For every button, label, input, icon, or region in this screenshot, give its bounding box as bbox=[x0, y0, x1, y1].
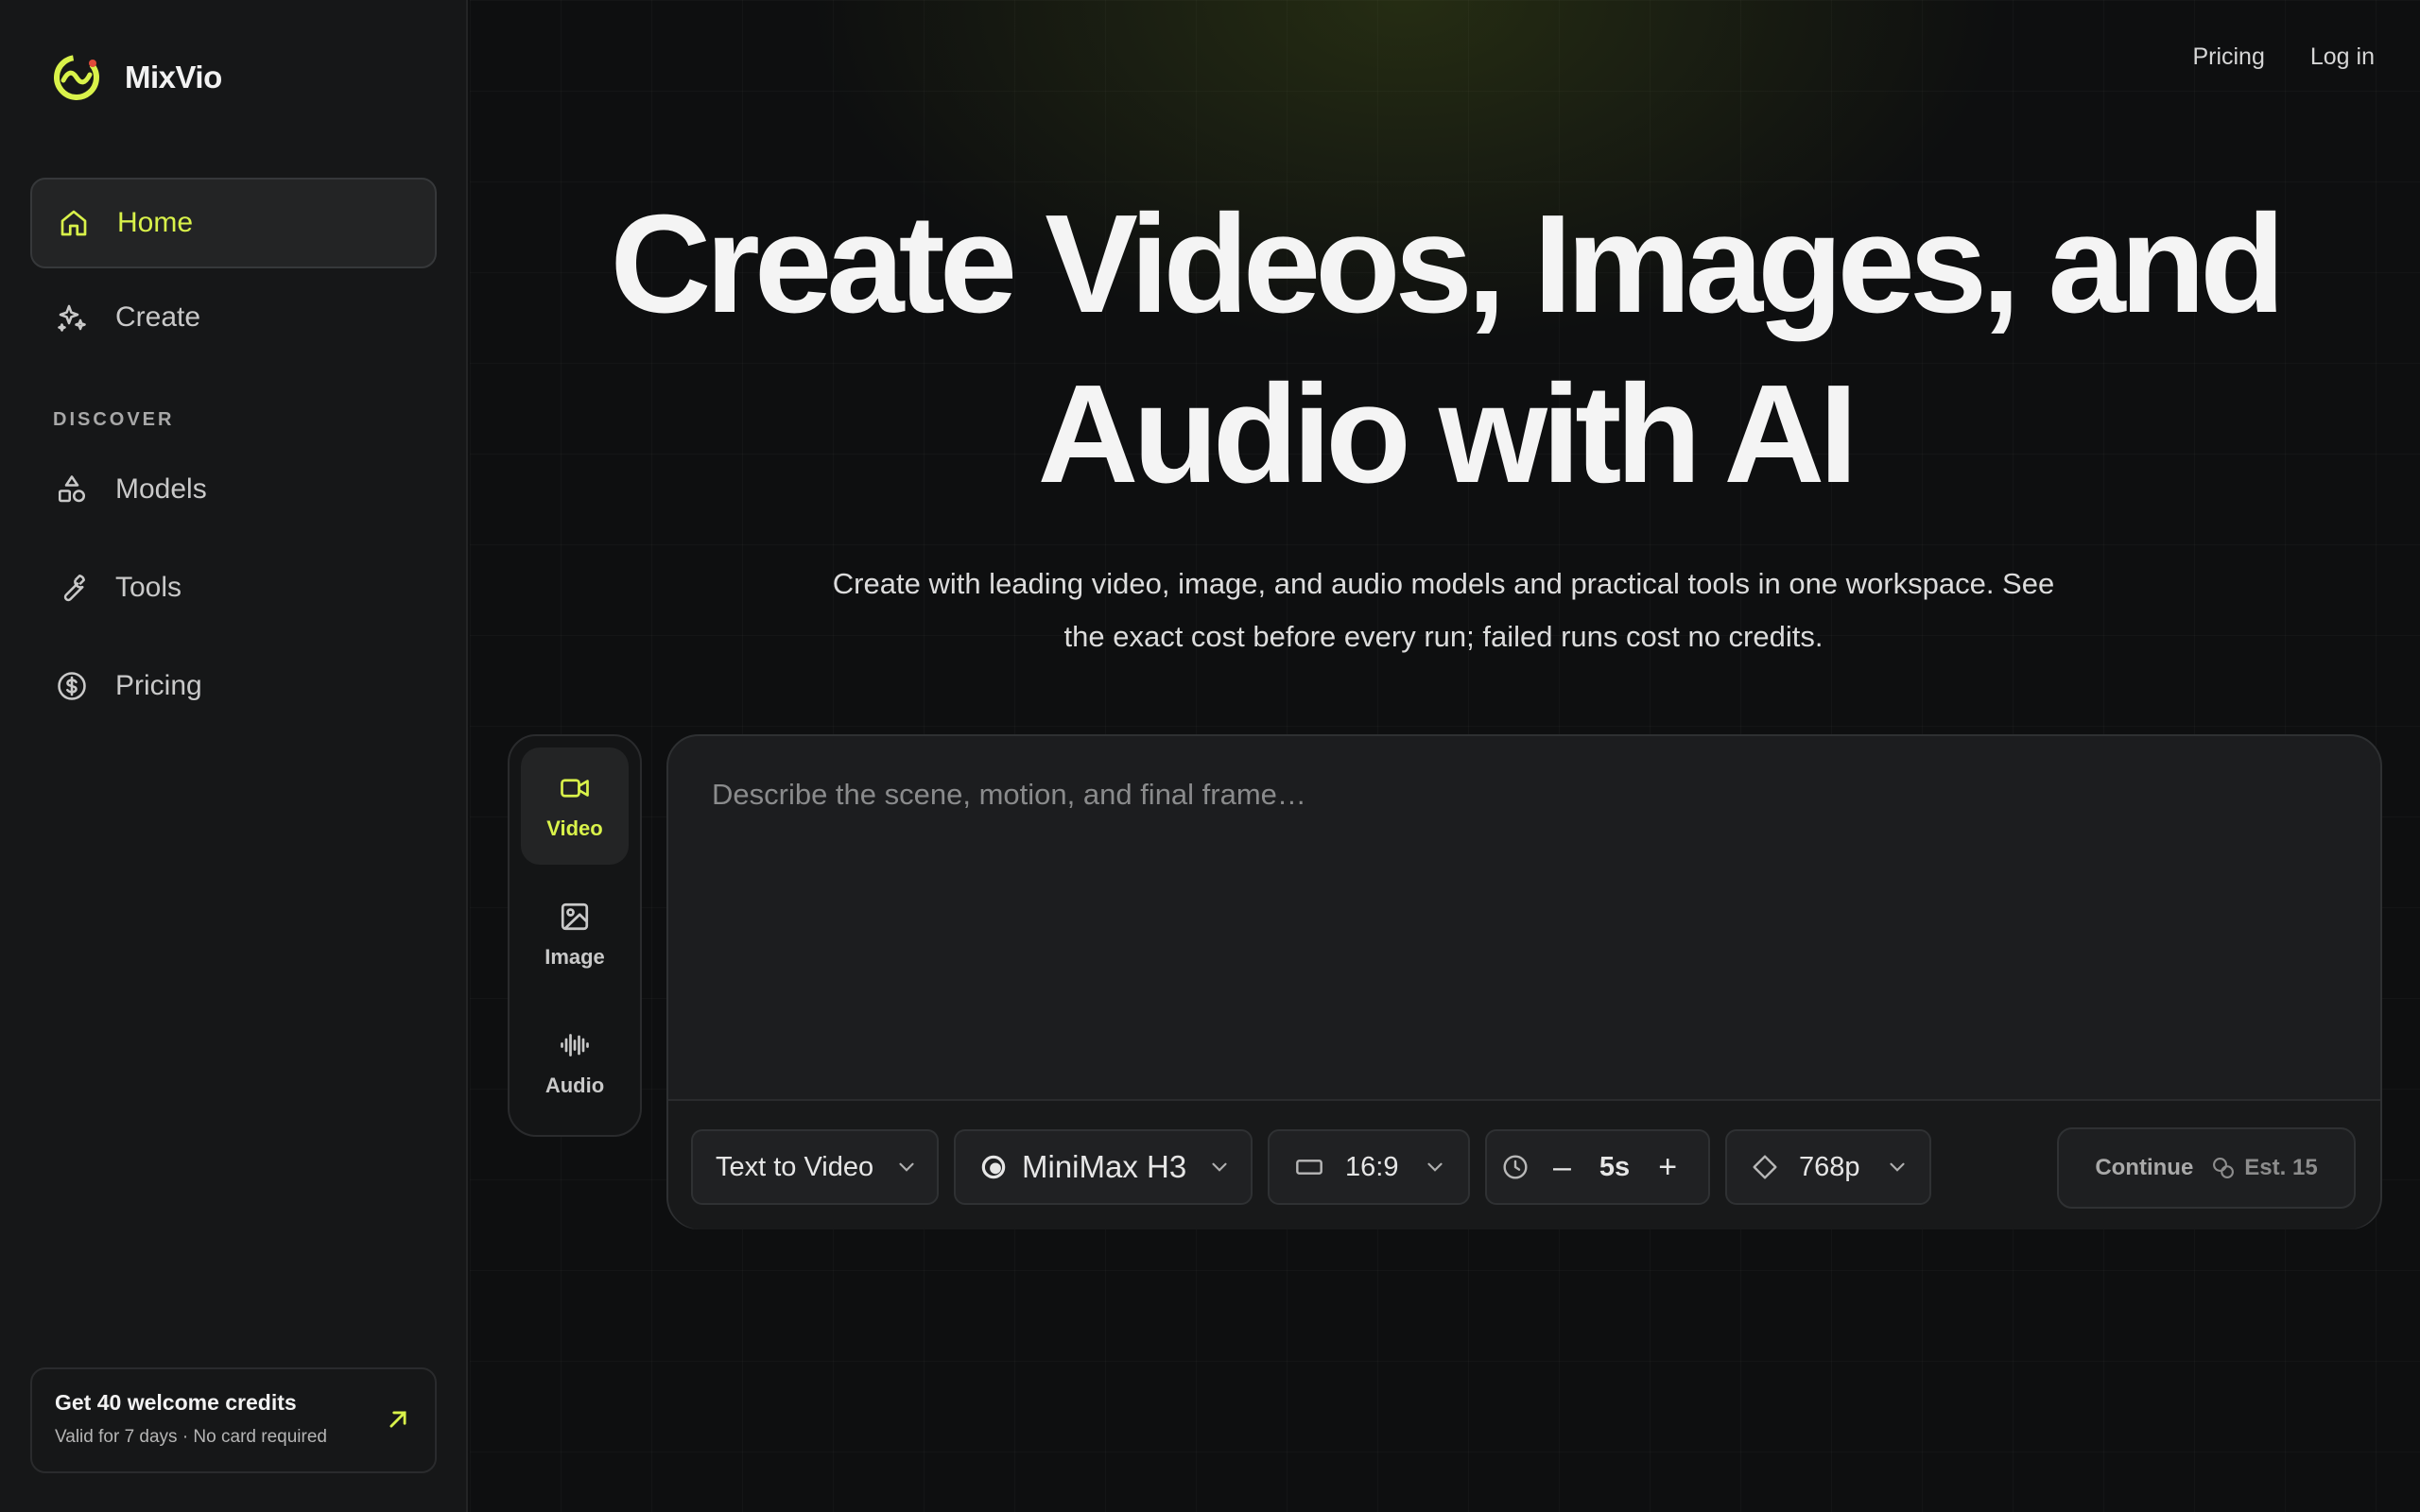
arrow-up-right-icon bbox=[389, 1411, 406, 1428]
chevron-down-icon bbox=[1427, 1162, 1443, 1172]
sidebar-item-label: Models bbox=[115, 473, 207, 505]
resolution-value: 768p bbox=[1799, 1151, 1860, 1182]
mode-label: Audio bbox=[544, 1074, 605, 1097]
coins-icon bbox=[2213, 1158, 2235, 1178]
aspect-ratio-select[interactable]: 16:9 bbox=[1268, 1129, 1470, 1205]
generation-mode-value: Text to Video bbox=[716, 1151, 874, 1182]
credit-estimate: Est. 15 bbox=[2210, 1155, 2318, 1181]
shapes-icon bbox=[53, 471, 91, 508]
brand-logo-icon bbox=[54, 55, 99, 100]
hero-title: Create Videos, Images, and Audio with AI bbox=[470, 180, 2420, 520]
brand-name: MixVio bbox=[125, 60, 222, 94]
resolution-select[interactable]: 768p bbox=[1725, 1129, 1931, 1205]
duration-stepper: – 5s + bbox=[1485, 1129, 1710, 1205]
sparkle-icon bbox=[53, 299, 91, 336]
hero-subtitle-line-2: the exact cost before every run; failed … bbox=[1063, 620, 1824, 653]
clock-icon bbox=[1503, 1155, 1528, 1179]
sidebar-item-pricing[interactable]: Pricing bbox=[30, 641, 437, 731]
aspect-ratio-value: 16:9 bbox=[1345, 1151, 1399, 1182]
top-nav-login-link[interactable]: Log in bbox=[2310, 43, 2375, 71]
model-value: MiniMax H3 bbox=[1022, 1149, 1187, 1184]
sidebar-item-label: Tools bbox=[115, 572, 182, 603]
prompt-input[interactable] bbox=[712, 778, 2319, 1061]
hero-subtitle: Create with leading video, image, and au… bbox=[782, 558, 2105, 663]
welcome-credits-promo[interactable]: Get 40 welcome credits Valid for 7 days … bbox=[30, 1367, 437, 1473]
promo-subtitle: Valid for 7 days · No card required bbox=[55, 1427, 327, 1447]
video-camera-icon bbox=[561, 779, 589, 798]
hero-title-line-2: Audio with AI bbox=[1037, 356, 1858, 512]
mode-tab-audio[interactable]: Audio bbox=[521, 1005, 629, 1122]
wrench-icon bbox=[53, 569, 91, 607]
promo-title: Get 40 welcome credits bbox=[55, 1390, 297, 1415]
top-nav: Pricing Log in bbox=[2192, 43, 2375, 71]
main-content: Pricing Log in Create Videos, Images, an… bbox=[470, 0, 2420, 1512]
mode-tab-image[interactable]: Image bbox=[521, 876, 629, 993]
estimate-value: Est. 15 bbox=[2244, 1155, 2318, 1180]
duration-value: 5s bbox=[1599, 1151, 1631, 1182]
duration-decrease-button[interactable]: – bbox=[1544, 1149, 1581, 1186]
sidebar-item-home[interactable]: Home bbox=[30, 178, 437, 268]
section-label-discover: DISCOVER bbox=[53, 409, 175, 430]
diamond-icon bbox=[1753, 1155, 1777, 1179]
continue-button[interactable]: Continue Est. 15 bbox=[2057, 1127, 2356, 1209]
minimax-logo-icon bbox=[981, 1155, 1006, 1179]
prompt-card: Text to Video MiniMax H3 16:9 – 5s + bbox=[666, 734, 2382, 1229]
sidebar-item-label: Pricing bbox=[115, 670, 202, 701]
top-nav-pricing-link[interactable]: Pricing bbox=[2192, 43, 2264, 71]
aspect-ratio-icon bbox=[1296, 1160, 1322, 1175]
sidebar-item-tools[interactable]: Tools bbox=[30, 542, 437, 633]
card-divider bbox=[668, 1099, 2380, 1101]
sidebar-item-label: Create bbox=[115, 301, 201, 333]
sidebar: MixVio Home Create DISCOVER Models Tools… bbox=[0, 0, 468, 1512]
mode-label: Video bbox=[546, 816, 603, 840]
model-select[interactable]: MiniMax H3 bbox=[954, 1129, 1253, 1205]
generation-mode-select[interactable]: Text to Video bbox=[691, 1129, 939, 1205]
dollar-icon bbox=[53, 667, 91, 705]
continue-label: Continue bbox=[2095, 1155, 2194, 1180]
sidebar-item-create[interactable]: Create bbox=[30, 272, 437, 363]
waveform-icon bbox=[561, 1034, 589, 1057]
chevron-down-icon bbox=[1212, 1162, 1227, 1172]
hero-subtitle-line-1: Create with leading video, image, and au… bbox=[832, 567, 2055, 600]
home-icon bbox=[55, 204, 93, 242]
chevron-down-icon bbox=[899, 1162, 914, 1172]
duration-increase-button[interactable]: + bbox=[1649, 1149, 1686, 1186]
mode-label: Image bbox=[544, 945, 605, 969]
mode-switcher: Video Image Audio bbox=[508, 734, 642, 1137]
brand[interactable]: MixVio bbox=[51, 52, 222, 103]
sidebar-item-label: Home bbox=[117, 207, 194, 238]
hero-title-line-1: Create Videos, Images, and bbox=[610, 186, 2285, 342]
app-root: MixVio Home Create DISCOVER Models Tools… bbox=[0, 0, 2420, 1512]
image-icon bbox=[561, 902, 589, 931]
sidebar-item-models[interactable]: Models bbox=[30, 444, 437, 535]
mode-tab-video[interactable]: Video bbox=[521, 747, 629, 865]
chevron-down-icon bbox=[1889, 1162, 1905, 1172]
